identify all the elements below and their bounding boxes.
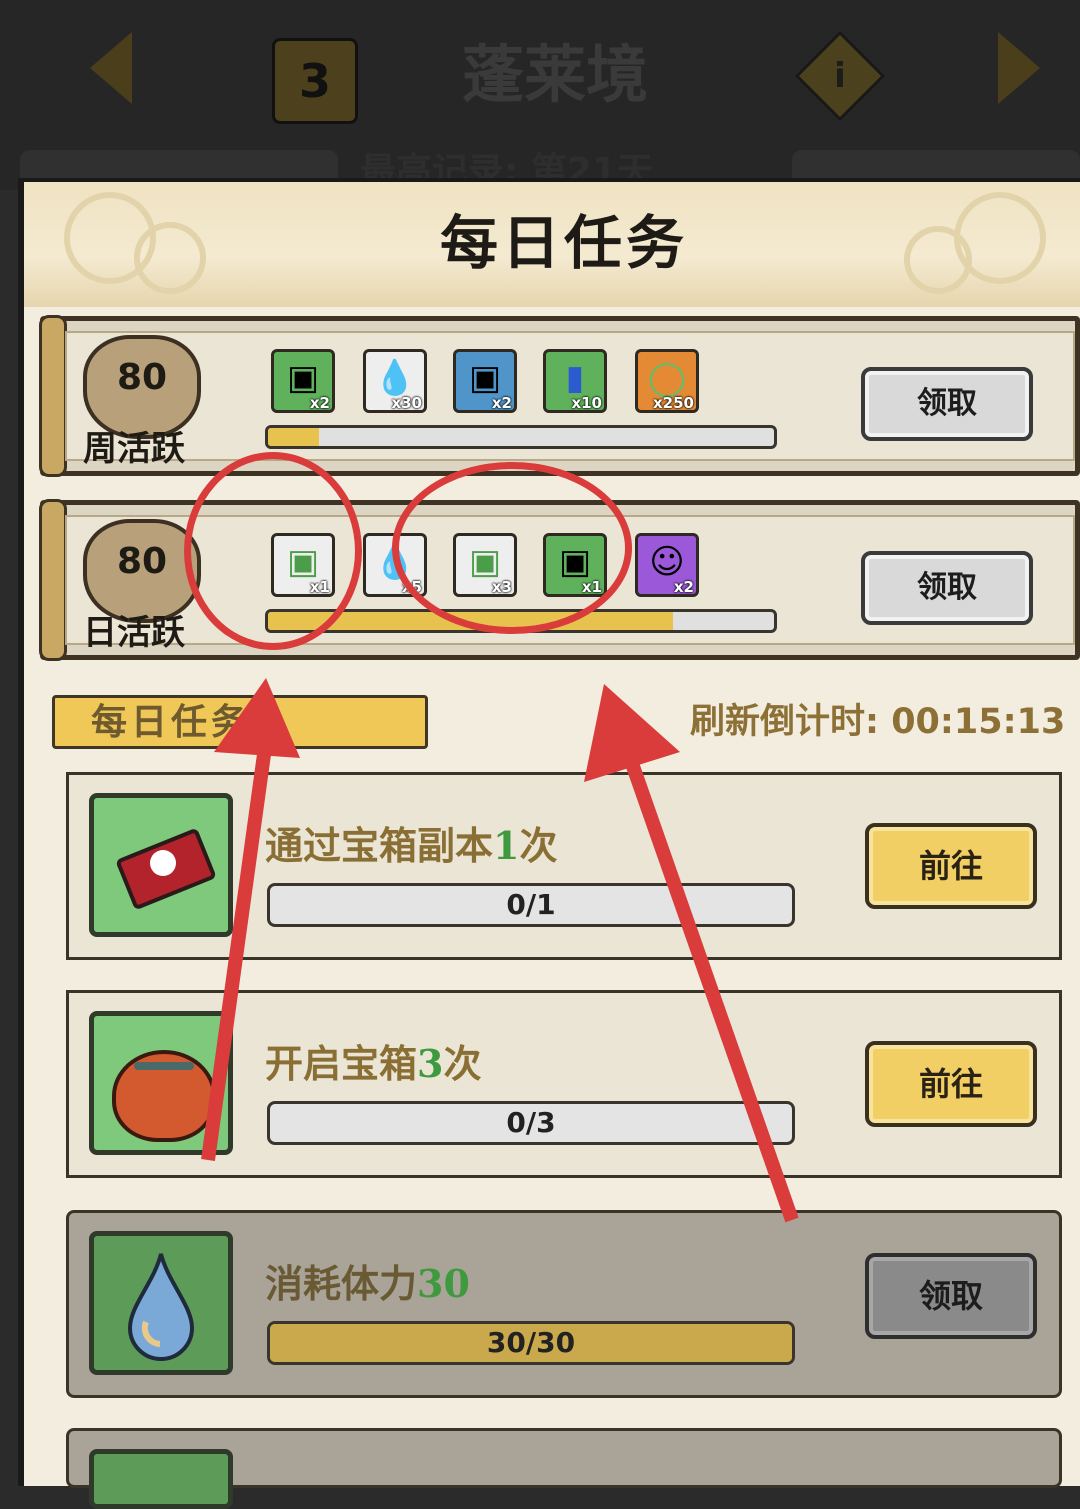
annotation-arrows [201, 678, 799, 1223]
annotation-arrowhead-icon [214, 678, 300, 758]
